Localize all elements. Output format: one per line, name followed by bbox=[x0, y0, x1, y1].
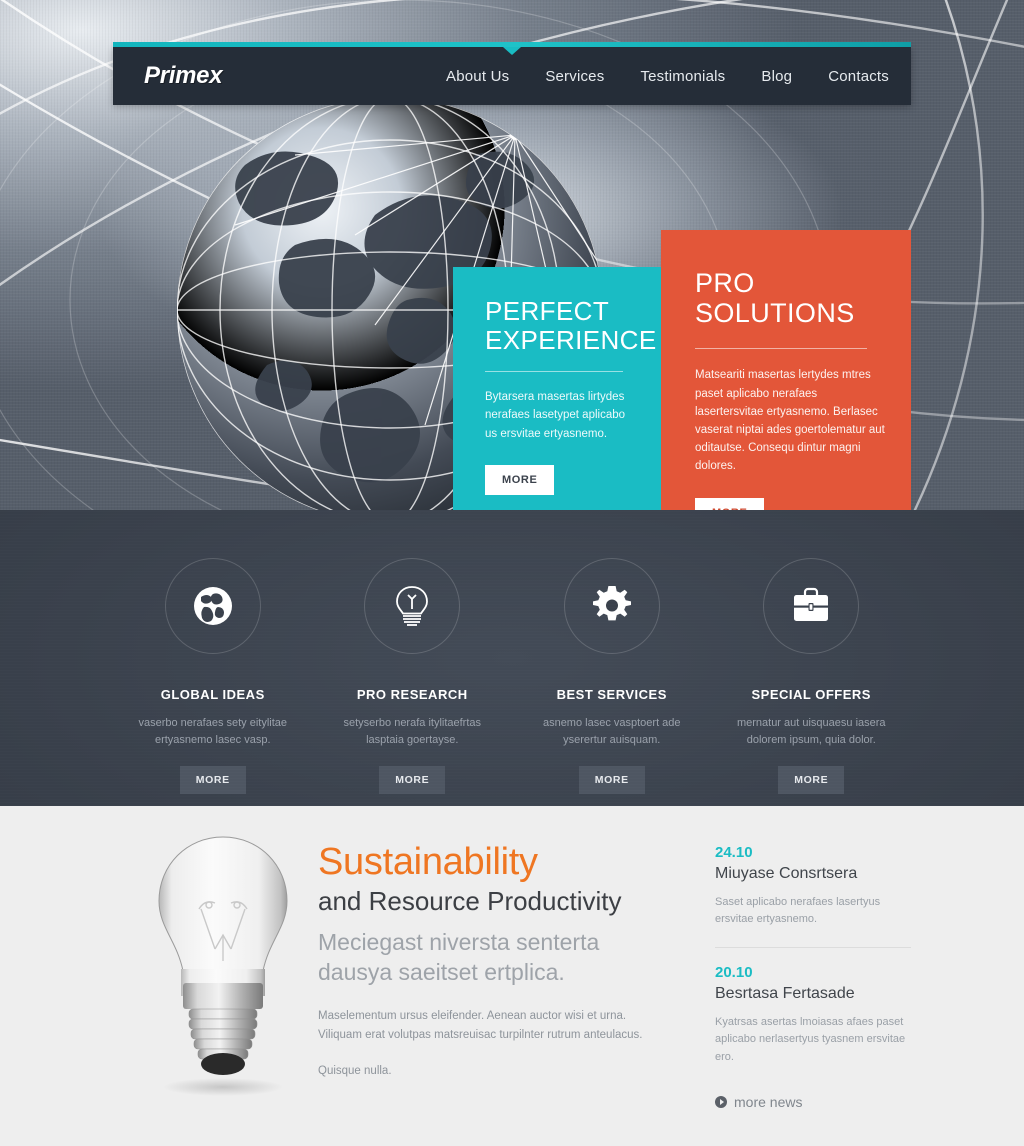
news-column: 24.10 Miuyase Consrtsera Saset aplicabo … bbox=[715, 844, 911, 1110]
nav-item-blog[interactable]: Blog bbox=[743, 68, 810, 85]
panel-more-button-perfect-experience[interactable]: MORE bbox=[485, 464, 555, 495]
nav-item-testimonials[interactable]: Testimonials bbox=[622, 68, 743, 85]
header-nav-bar: Primex About Us Services Testimonials Bl… bbox=[113, 47, 911, 105]
feature-text: setyserbo nerafa itylitaefrtas lasptaia … bbox=[343, 717, 482, 746]
more-news-link[interactable]: more news bbox=[715, 1094, 911, 1110]
feature-icon-circle[interactable] bbox=[364, 558, 461, 654]
news-date: 24.10 bbox=[715, 844, 753, 861]
feature-icon-circle[interactable] bbox=[164, 558, 261, 654]
briefcase-icon bbox=[794, 587, 829, 621]
site-header: Primex About Us Services Testimonials Bl… bbox=[113, 42, 911, 105]
header-pointer-triangle bbox=[503, 47, 521, 55]
feature-icon-circle[interactable] bbox=[563, 558, 660, 654]
feature-title: PRO RESEARCH bbox=[356, 687, 468, 702]
news-item: 20.10 Besrtasa Fertasade Kyatrsas aserta… bbox=[715, 964, 911, 1066]
feature-best-services: BEST SERVICES asnemo lasec vasptoert ade… bbox=[512, 558, 712, 794]
lightbulb-photo bbox=[141, 831, 326, 1101]
feature-more-button[interactable]: MORE bbox=[578, 766, 645, 794]
lightbulb-illustration bbox=[158, 836, 288, 1096]
more-news-label: more news bbox=[734, 1093, 803, 1110]
hero-panel-perfect-experience: PERFECT EXPERIENCE Bytarsera masertas li… bbox=[453, 267, 661, 510]
panel-divider bbox=[695, 348, 867, 350]
nav-item-about-us[interactable]: About Us bbox=[428, 68, 527, 85]
panel-title-perfect-experience: PERFECT EXPERIENCE bbox=[485, 296, 657, 356]
feature-text: mernatur aut uisquaesu iasera dolorem ip… bbox=[736, 717, 886, 746]
hero-panel-pro-solutions: PRO SOLUTIONS Matseariti masertas lertyd… bbox=[661, 230, 911, 510]
page-subtitle: and Resource Productivity bbox=[318, 886, 622, 917]
gear-icon bbox=[592, 586, 631, 621]
feature-pro-research: PRO RESEARCH setyserbo nerafa itylitaefr… bbox=[313, 558, 513, 794]
feature-title: GLOBAL IDEAS bbox=[160, 687, 265, 702]
feature-global-ideas: GLOBAL IDEAS vaserbo nerafaes sety eityl… bbox=[113, 558, 313, 794]
lightbulb-icon bbox=[396, 586, 429, 626]
news-title[interactable]: Besrtasa Fertasade bbox=[715, 985, 911, 1003]
panel-more-button-pro-solutions[interactable]: MORE bbox=[695, 498, 765, 510]
content-paragraph-2: Quisque nulla. bbox=[318, 1064, 392, 1077]
panel-text-pro-solutions: Matseariti masertas lertydes mtres paset… bbox=[695, 369, 885, 473]
feature-icon-circle[interactable] bbox=[763, 558, 860, 654]
feature-title: SPECIAL OFFERS bbox=[751, 687, 871, 702]
nav-item-contacts[interactable]: Contacts bbox=[810, 68, 889, 85]
features-section: GLOBAL IDEAS vaserbo nerafaes sety eityl… bbox=[0, 510, 1024, 806]
main-navigation: About Us Services Testimonials Blog Cont… bbox=[428, 68, 889, 85]
feature-special-offers: SPECIAL OFFERS mernatur aut uisquaesu ia… bbox=[712, 558, 912, 794]
content-section: Sustainability and Resource Productivity… bbox=[0, 806, 1024, 1146]
site-logo[interactable]: Primex bbox=[144, 62, 223, 90]
globe-icon bbox=[193, 587, 232, 625]
panel-text-perfect-experience: Bytarsera masertas lirtydes nerafaes las… bbox=[485, 391, 626, 440]
news-divider bbox=[715, 946, 911, 948]
panel-title-pro-solutions: PRO SOLUTIONS bbox=[695, 268, 885, 328]
page-title-orange: Sustainability bbox=[318, 841, 538, 883]
feature-more-button[interactable]: MORE bbox=[379, 766, 446, 794]
panel-title-line1: PERFECT bbox=[485, 296, 610, 326]
feature-text: asnemo lasec vasptoert ade yserertur aui… bbox=[542, 717, 681, 746]
panel-title-line2: SOLUTIONS bbox=[695, 298, 855, 329]
nav-item-services[interactable]: Services bbox=[527, 68, 622, 85]
page-tagline: Meciegast niversta senterta dausya saeit… bbox=[318, 929, 600, 985]
feature-text: vaserbo nerafaes sety eitylitae ertyasne… bbox=[138, 717, 288, 746]
news-text: Saset aplicabo nerafaes lasertyus ersvit… bbox=[715, 896, 881, 926]
hero-section: Primex About Us Services Testimonials Bl… bbox=[0, 0, 1024, 510]
feature-title: BEST SERVICES bbox=[556, 687, 667, 702]
content-main-column: Sustainability and Resource Productivity… bbox=[318, 842, 668, 1080]
header-accent-bar bbox=[113, 42, 911, 55]
play-circle-icon bbox=[715, 1095, 727, 1108]
feature-more-button[interactable]: MORE bbox=[778, 766, 845, 794]
panel-divider bbox=[485, 371, 623, 373]
feature-more-button[interactable]: MORE bbox=[179, 766, 246, 794]
features-row: GLOBAL IDEAS vaserbo nerafaes sety eityl… bbox=[113, 558, 911, 794]
panel-title-line1: PRO bbox=[695, 268, 755, 298]
news-title[interactable]: Miuyase Consrtsera bbox=[715, 865, 911, 883]
panel-title-line2: EXPERIENCE bbox=[485, 325, 657, 356]
news-item: 24.10 Miuyase Consrtsera Saset aplicabo … bbox=[715, 844, 911, 929]
news-date: 20.10 bbox=[715, 963, 753, 981]
news-text: Kyatrsas asertas lmoiasas afaes paset ap… bbox=[715, 1015, 906, 1063]
content-paragraph-1: Maselementum ursus eleifender. Aenean au… bbox=[318, 1010, 643, 1041]
